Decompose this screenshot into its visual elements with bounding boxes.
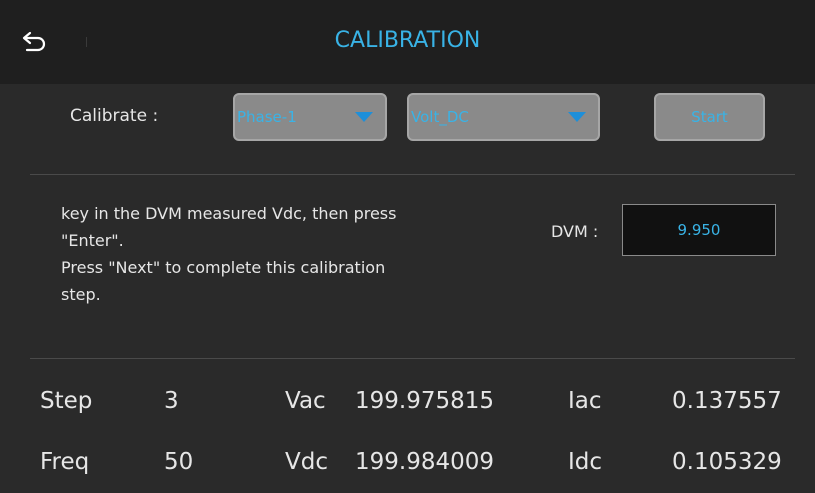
idc-value: 0.105329 bbox=[672, 449, 782, 475]
vac-label: Vac bbox=[285, 388, 326, 414]
step-value: 3 bbox=[164, 388, 179, 414]
instruction-line: key in the DVM measured Vdc, then press bbox=[61, 204, 397, 223]
vac-value: 199.975815 bbox=[355, 388, 495, 414]
instruction-line: "Enter". bbox=[61, 231, 124, 250]
divider bbox=[30, 358, 795, 359]
page-title: CALIBRATION bbox=[334, 28, 481, 53]
divider bbox=[30, 174, 795, 175]
dropdown-arrow-icon bbox=[568, 112, 586, 122]
instruction-line: Press "Next" to complete this calibratio… bbox=[61, 258, 386, 277]
calibrate-label: Calibrate : bbox=[70, 106, 159, 126]
idc-label: Idc bbox=[568, 449, 603, 475]
mode-dropdown[interactable]: Volt_DC bbox=[407, 93, 600, 141]
vdc-label: Vdc bbox=[285, 449, 328, 475]
iac-label: Iac bbox=[568, 388, 602, 414]
step-label: Step bbox=[40, 388, 93, 414]
dvm-label: DVM : bbox=[551, 222, 599, 241]
vdc-value: 199.984009 bbox=[355, 449, 495, 475]
phase-dropdown-value: Phase-1 bbox=[237, 108, 297, 126]
dvm-input[interactable]: 9.950 bbox=[622, 204, 776, 256]
mode-dropdown-value: Volt_DC bbox=[411, 108, 469, 126]
iac-value: 0.137557 bbox=[672, 388, 782, 414]
instruction-line: step. bbox=[61, 285, 101, 304]
instruction-text: key in the DVM measured Vdc, then press … bbox=[61, 200, 481, 308]
header-bar: CALIBRATION bbox=[0, 0, 815, 84]
dropdown-arrow-icon bbox=[355, 112, 373, 122]
freq-value: 50 bbox=[164, 449, 194, 475]
freq-label: Freq bbox=[40, 449, 90, 475]
start-button[interactable]: Start bbox=[654, 93, 765, 141]
phase-dropdown[interactable]: Phase-1 bbox=[233, 93, 387, 141]
